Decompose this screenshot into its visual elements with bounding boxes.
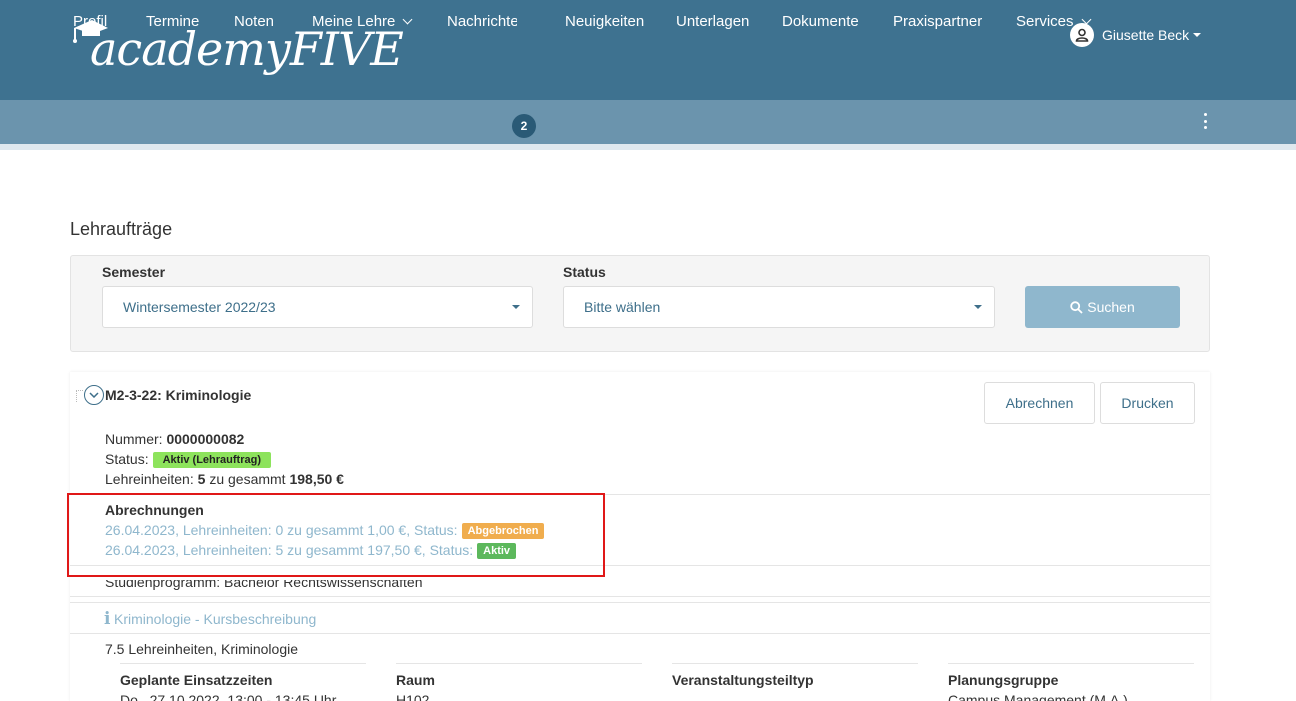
messages-count-badge: 2 (512, 114, 536, 138)
units-line: Lehreinheiten: 5 zu gesammt 198,50 € (105, 471, 344, 487)
filter-panel: Semester Wintersemester 2022/23 Status B… (70, 255, 1210, 352)
column-head-planungsgruppe: Planungsgruppe (948, 672, 1059, 688)
chevron-down-icon (1081, 14, 1091, 25)
column-head-raum: Raum (396, 672, 435, 688)
semester-select[interactable]: Wintersemester 2022/23 (102, 286, 533, 328)
column-divider (396, 663, 642, 664)
course-number: 0000000082 (166, 431, 245, 447)
semester-select-value: Wintersemester 2022/23 (123, 299, 276, 315)
column-value-planungsgruppe: Campus Management (M.A.) (948, 692, 1128, 701)
divider (70, 633, 1210, 634)
description-link[interactable]: i Kriminologie - Kursbeschreibung (104, 609, 316, 629)
status-badge: Aktiv (Lehrauftrag) (152, 452, 271, 468)
tree-connector (76, 390, 83, 402)
nav-dokumente[interactable]: Dokumente (782, 0, 859, 44)
column-divider (948, 663, 1194, 664)
status-badge: Aktiv (477, 543, 517, 559)
caret-down-icon (1193, 33, 1202, 37)
info-icon: i (104, 609, 111, 629)
nav-nachrichten[interactable]: Nachrichten (447, 0, 517, 44)
billing-item[interactable]: 26.04.2023, Lehreinheiten: 5 zu gesammt … (105, 542, 517, 559)
course-title: M2-3-22: Kriminologie (105, 387, 252, 403)
status-badge: Abgebrochen (461, 523, 545, 539)
billing-title: Abrechnungen (105, 502, 204, 518)
column-value-einsatzzeiten: Do., 27.10.2022, 13:00 - 13:45 Uhr (120, 692, 337, 701)
divider (70, 602, 1210, 603)
semester-label: Semester (102, 264, 166, 280)
status-select[interactable]: Bitte wählen (563, 286, 995, 328)
nav-praxispartner[interactable]: Praxispartner (893, 0, 982, 44)
status-line: Status: Aktiv (Lehrauftrag) (105, 451, 271, 468)
column-value-raum: H102 (396, 692, 430, 701)
chevron-down-icon (402, 14, 413, 25)
search-icon (1070, 300, 1083, 314)
column-divider (672, 663, 918, 664)
column-head-einsatzzeiten: Geplante Einsatzzeiten (120, 672, 273, 688)
user-name: Giusette Beck (1102, 27, 1190, 43)
print-button[interactable]: Drucken (1100, 382, 1195, 424)
page-title: Lehraufträge (70, 219, 173, 239)
academyfive-logo[interactable]: academyFIVE (70, 14, 404, 84)
status-label: Status (563, 264, 606, 280)
bill-button[interactable]: Abrechnen (984, 382, 1095, 424)
column-divider (120, 663, 366, 664)
search-button[interactable]: Suchen (1025, 286, 1180, 328)
nav-neuigkeiten[interactable]: Neuigkeiten (565, 0, 644, 44)
nav-noten[interactable]: Noten (234, 0, 274, 44)
nav-profil[interactable]: Profil (73, 0, 107, 44)
nav-meine-lehre[interactable]: Meine Lehre (312, 0, 413, 44)
search-button-label: Suchen (1087, 299, 1135, 315)
nav-services-label: Services (1016, 13, 1074, 30)
units-summary: 7.5 Lehreinheiten, Kriminologie (105, 641, 299, 657)
caret-down-icon (512, 305, 520, 309)
user-menu[interactable]: Giusette Beck (1070, 22, 1202, 48)
divider (70, 596, 1210, 597)
nav-underline (0, 144, 1296, 150)
nav-services[interactable]: Services (1016, 0, 1091, 44)
more-vertical-icon[interactable] (1202, 113, 1208, 129)
main-nav (0, 100, 1296, 144)
caret-down-icon (974, 305, 982, 309)
divider (70, 494, 1210, 495)
status-select-value: Bitte wählen (584, 299, 661, 315)
nav-meine-lehre-label: Meine Lehre (312, 13, 396, 30)
divider (70, 565, 1210, 566)
column-head-teiltyp: Veranstaltungsteiltyp (672, 672, 814, 688)
number-line: Nummer: 0000000082 (105, 431, 245, 447)
nav-unterlagen[interactable]: Unterlagen (676, 0, 749, 44)
nav-termine[interactable]: Termine (146, 0, 199, 44)
billing-item[interactable]: 26.04.2023, Lehreinheiten: 0 zu gesammt … (105, 522, 545, 539)
collapse-toggle-icon[interactable] (84, 385, 104, 405)
